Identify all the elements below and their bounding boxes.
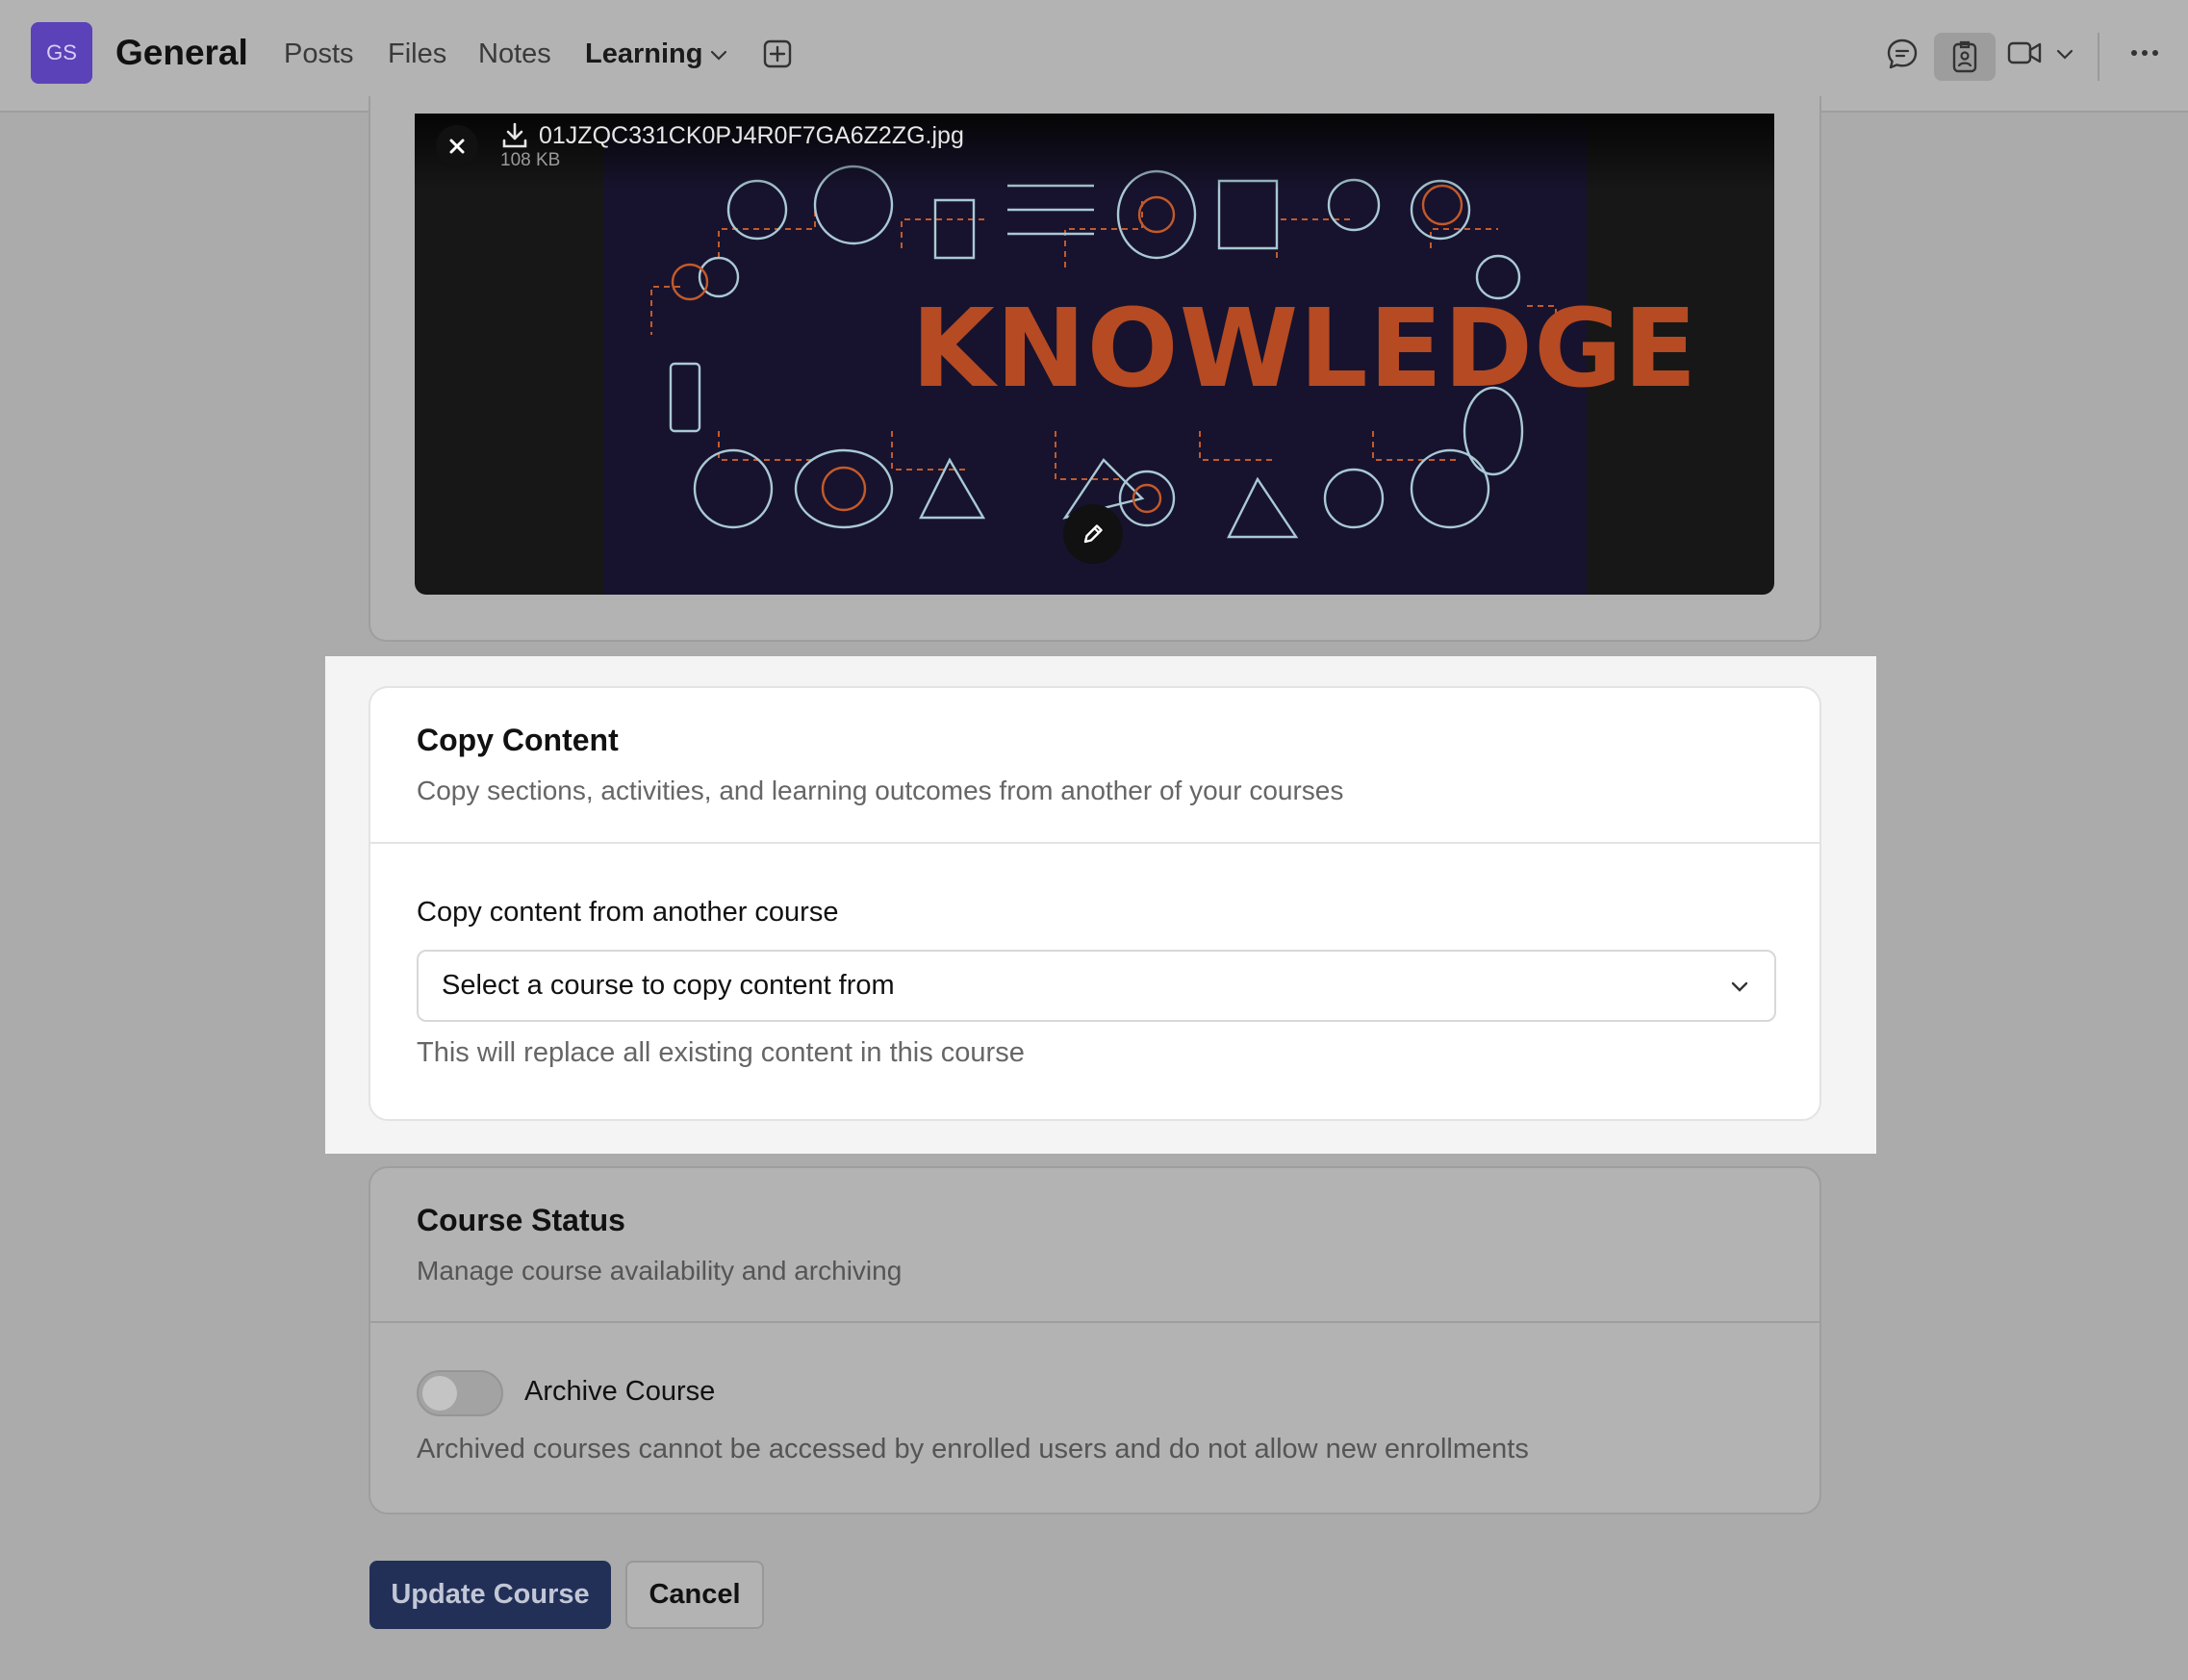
more-icon[interactable]: [2129, 48, 2160, 58]
course-status-card: Course Status Manage course availability…: [369, 1166, 1821, 1515]
copy-content-help-text: This will replace all existing content i…: [417, 1037, 1025, 1068]
chevron-down-icon[interactable]: [707, 43, 730, 66]
edit-image-button[interactable]: [1063, 504, 1123, 564]
close-viewer-button[interactable]: [436, 125, 478, 167]
copy-content-card: Copy Content Copy sections, activities, …: [369, 686, 1821, 1121]
add-tab-icon[interactable]: [762, 38, 793, 69]
chat-icon[interactable]: [1885, 37, 1920, 71]
image-viewer: KNOWLEDGE 01JZQC331CK0PJ4R0F7GA6Z2ZG.jpg…: [415, 114, 1774, 595]
course-status-subtitle: Manage course availability and archiving: [417, 1256, 903, 1285]
archive-course-toggle[interactable]: [417, 1370, 503, 1416]
file-size: 108 KB: [500, 150, 561, 170]
file-name[interactable]: 01JZQC331CK0PJ4R0F7GA6Z2ZG.jpg: [539, 122, 964, 150]
source-course-select-value: Select a course to copy content from: [442, 970, 895, 1001]
tab-learning[interactable]: Learning: [585, 38, 702, 70]
card-divider: [370, 842, 1819, 844]
team-avatar[interactable]: GS: [31, 22, 92, 84]
toolbar-divider: [2098, 33, 2099, 81]
tab-notes[interactable]: Notes: [478, 38, 551, 70]
knowledge-word: KNOWLEDGE: [911, 287, 1698, 412]
close-icon: [449, 139, 465, 154]
archive-help-text: Archived courses cannot be accessed by e…: [417, 1434, 1529, 1464]
source-course-select[interactable]: Select a course to copy content from: [417, 950, 1776, 1022]
course-status-title: Course Status: [417, 1203, 625, 1237]
archive-course-label: Archive Course: [524, 1376, 716, 1407]
badge-icon: [1952, 40, 1977, 73]
update-course-button[interactable]: Update Course: [369, 1561, 611, 1629]
toggle-knob: [422, 1376, 457, 1411]
cancel-button[interactable]: Cancel: [625, 1561, 764, 1629]
pencil-icon: [1083, 524, 1103, 544]
tab-files[interactable]: Files: [388, 38, 446, 70]
team-name: General: [115, 33, 248, 72]
video-icon[interactable]: [2007, 38, 2044, 67]
copy-content-subtitle: Copy sections, activities, and learning …: [417, 776, 1344, 805]
chevron-down-icon: [1731, 981, 1748, 992]
video-options-chevron-icon[interactable]: [2053, 42, 2076, 65]
card-divider: [370, 1321, 1819, 1323]
badge-button[interactable]: [1934, 33, 1996, 81]
download-icon[interactable]: [501, 121, 528, 150]
copy-content-title: Copy Content: [417, 723, 619, 757]
copy-course-field-label: Copy content from another course: [417, 897, 839, 928]
tab-posts[interactable]: Posts: [284, 38, 354, 70]
